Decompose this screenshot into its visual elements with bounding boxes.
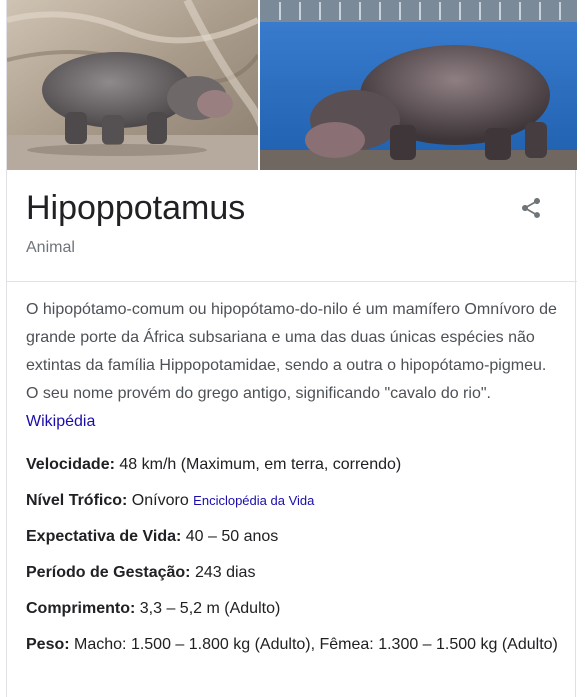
- fact-label[interactable]: Velocidade:: [26, 456, 115, 473]
- facts-list: Velocidade: 48 km/h (Maximum, em terra, …: [26, 451, 561, 667]
- wikipedia-link[interactable]: Wikipédia: [26, 413, 95, 430]
- entity-header: Hipoppotamus Animal: [7, 170, 577, 282]
- fact-value: 48 km/h (Maximum, em terra, correndo): [114, 456, 402, 473]
- fact-gestation: Período de Gestação: 243 dias: [26, 559, 561, 587]
- fact-value: 40 – 50 anos: [181, 528, 279, 545]
- fact-length: Comprimento: 3,3 – 5,2 m (Adulto): [26, 595, 561, 623]
- fact-label[interactable]: Expectativa de Vida:: [26, 528, 181, 545]
- fact-value[interactable]: Onívoro: [127, 492, 193, 509]
- fact-label[interactable]: Comprimento:: [26, 600, 135, 617]
- entity-subtitle: Animal: [26, 239, 75, 256]
- fact-weight: Peso: Macho: 1.500 – 1.800 kg (Adulto), …: [26, 631, 561, 659]
- fact-value: 3,3 – 5,2 m (Adulto): [135, 600, 281, 617]
- fact-trophic-level: Nível Trófico: Onívoro Enciclopédia da V…: [26, 487, 561, 515]
- hippo-photo-2[interactable]: [260, 0, 577, 170]
- knowledge-panel: Hipoppotamus Animal O hipopótamo-comum o…: [6, 0, 577, 697]
- entity-title: Hipoppotamus: [26, 189, 246, 227]
- fact-label[interactable]: Nível Trófico:: [26, 492, 127, 509]
- fact-value: 243 dias: [190, 564, 256, 581]
- image-strip: [7, 0, 577, 170]
- fact-label[interactable]: Peso:: [26, 636, 70, 653]
- fact-life-expectancy: Expectativa de Vida: 40 – 50 anos: [26, 523, 561, 551]
- share-button[interactable]: [511, 188, 551, 228]
- fact-speed: Velocidade: 48 km/h (Maximum, em terra, …: [26, 451, 561, 479]
- fact-value: Macho: 1.500 – 1.800 kg (Adulto), Fêmea:…: [69, 636, 558, 653]
- entity-description: O hipopótamo-comum ou hipopótamo-do-nilo…: [26, 296, 561, 436]
- fact-source-link[interactable]: Enciclopédia da Vida: [193, 493, 314, 508]
- share-icon: [522, 198, 540, 218]
- hippo-photo-1[interactable]: [7, 0, 258, 170]
- description-text: O hipopótamo-comum ou hipopótamo-do-nilo…: [26, 301, 557, 402]
- fact-label[interactable]: Período de Gestação:: [26, 564, 191, 581]
